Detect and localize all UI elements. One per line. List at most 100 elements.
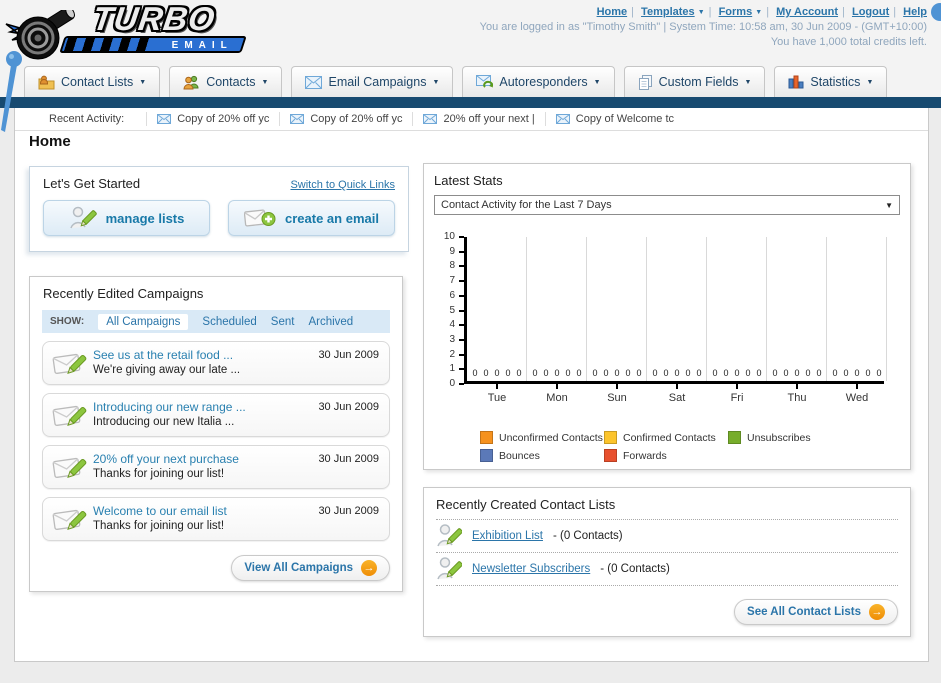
- contact-list-link[interactable]: Newsletter Subscribers: [472, 563, 590, 575]
- tab-label: Custom Fields: [658, 75, 739, 89]
- recent-activity-item[interactable]: Copy of 20% off yc: [146, 112, 279, 126]
- bar-value: 0: [832, 368, 838, 378]
- bar-value: 0: [543, 368, 549, 378]
- login-info: You are logged in as "Timothy Smith" | S…: [479, 21, 927, 33]
- x-axis-label: Tue: [487, 392, 507, 404]
- y-axis-label: 0: [449, 378, 455, 389]
- link-forms[interactable]: Forms: [719, 6, 753, 18]
- campaigns-title: Recently Edited Campaigns: [43, 286, 204, 301]
- tab-label: Contact Lists: [61, 75, 134, 89]
- tab-contacts[interactable]: Contacts ▼: [169, 66, 283, 97]
- link-logout[interactable]: Logout: [852, 6, 889, 18]
- bar-value-group: 00000: [647, 368, 707, 378]
- contact-lists-title: Recently Created Contact Lists: [436, 497, 616, 512]
- campaign-title-link[interactable]: Introducing our new range ...: [93, 400, 246, 414]
- campaign-subtitle: We're giving away our late ...: [93, 364, 241, 376]
- bar-value: 0: [603, 368, 609, 378]
- campaign-card[interactable]: Welcome to our email list Thanks for joi…: [42, 497, 390, 541]
- campaign-card[interactable]: Introducing our new range ... Introducin…: [42, 393, 390, 437]
- link-home[interactable]: Home: [597, 6, 628, 18]
- stats-report-dropdown[interactable]: Contact Activity for the Last 7 Days ▼: [434, 195, 900, 215]
- contact-list-item[interactable]: Exhibition List - (0 Contacts): [436, 520, 898, 553]
- view-all-campaigns-button[interactable]: View All Campaigns →: [231, 555, 390, 581]
- top-links: Home | Templates ▼ | Forms ▼ | My Account | …: [596, 6, 927, 18]
- bar-value: 0: [554, 368, 560, 378]
- bar-value: 0: [805, 368, 811, 378]
- envelope-pencil-icon: [52, 457, 87, 479]
- recent-activity-item[interactable]: Copy of 20% off yc: [279, 112, 412, 126]
- link-templates[interactable]: Templates: [641, 6, 695, 18]
- filter-scheduled[interactable]: Scheduled: [202, 316, 256, 328]
- recent-activity-item[interactable]: 20% off your next |: [412, 112, 544, 126]
- campaign-title-link[interactable]: See us at the retail food ...: [93, 348, 233, 362]
- legend-swatch: [728, 431, 741, 444]
- chevron-down-icon: ▼: [744, 78, 752, 86]
- bar-value: 0: [772, 368, 778, 378]
- bar-value-group: 00000: [527, 368, 587, 378]
- contact-list-count: - (0 Contacts): [552, 530, 623, 542]
- tab-custom-fields[interactable]: Custom Fields ▼: [623, 66, 766, 97]
- bar-value: 0: [652, 368, 658, 378]
- link-my-account[interactable]: My Account: [776, 6, 838, 18]
- bar-value: 0: [794, 368, 800, 378]
- x-axis-tick: [496, 384, 498, 389]
- filter-all-campaigns[interactable]: All Campaigns: [98, 313, 189, 330]
- filter-sent[interactable]: Sent: [271, 316, 295, 328]
- bar-value: 0: [865, 368, 871, 378]
- turbo-email-logo: TURBO EMAIL: [4, 0, 256, 60]
- see-all-contact-lists-label: See All Contact Lists: [747, 606, 861, 618]
- chart-gridline: [706, 237, 707, 381]
- campaign-date: 30 Jun 2009: [318, 505, 379, 517]
- recent-activity-item[interactable]: Copy of Welcome tc: [544, 112, 684, 126]
- bar-value: 0: [516, 368, 522, 378]
- filter-archived[interactable]: Archived: [308, 316, 353, 328]
- header: TURBO EMAIL Home | Templates ▼ | Forms ▼ | …: [0, 0, 941, 62]
- bar-value: 0: [712, 368, 718, 378]
- bar-value: 0: [843, 368, 849, 378]
- bar-value: 0: [685, 368, 691, 378]
- chart-gridline: [586, 237, 587, 381]
- x-axis-label: Thu: [787, 392, 807, 404]
- legend-label: Unconfirmed Contacts: [499, 431, 603, 444]
- contact-list-link[interactable]: Exhibition List: [472, 530, 543, 542]
- link-help[interactable]: Help: [903, 6, 927, 18]
- chart-gridline: [886, 237, 887, 381]
- legend-item: Unconfirmed Contacts: [480, 431, 604, 444]
- latest-stats-panel: Latest Stats Contact Activity for the La…: [423, 163, 911, 470]
- bar-value: 0: [565, 368, 571, 378]
- manage-lists-button[interactable]: manage lists: [43, 200, 210, 236]
- credits-info: You have 1,000 total credits left.: [770, 36, 927, 48]
- email-campaigns-icon: [305, 75, 323, 89]
- page: { "header": { "logo": { "word1": "TURBO"…: [0, 0, 941, 683]
- tab-email-campaigns[interactable]: Email Campaigns ▼: [291, 66, 454, 97]
- bar-value-group: 00000: [767, 368, 827, 378]
- x-axis-tick: [676, 384, 678, 389]
- recent-activity-text: 20% off your next |: [443, 113, 535, 125]
- campaign-card[interactable]: 20% off your next purchase Thanks for jo…: [42, 445, 390, 489]
- chevron-down-icon: ▼: [432, 78, 440, 86]
- tab-contact-lists[interactable]: Contact Lists ▼: [24, 66, 161, 97]
- see-all-contact-lists-button[interactable]: See All Contact Lists →: [734, 599, 898, 625]
- campaigns-filter-bar: SHOW: All Campaigns Scheduled Sent Archi…: [42, 310, 390, 333]
- campaign-title-link[interactable]: 20% off your next purchase: [93, 452, 239, 466]
- create-email-button[interactable]: create an email: [228, 200, 395, 236]
- campaign-title-link[interactable]: Welcome to our email list: [93, 504, 227, 518]
- bar-value-group: 00000: [467, 368, 527, 378]
- x-axis-label: Sun: [607, 392, 627, 404]
- x-axis-label: Mon: [546, 392, 568, 404]
- tab-statistics[interactable]: Statistics ▼: [774, 66, 888, 97]
- chevron-down-icon: ▼: [697, 9, 705, 16]
- switch-quick-links-link[interactable]: Switch to Quick Links: [290, 179, 395, 191]
- contact-activity-chart: 0 1 2 3 4 5 6 7 8 9 10 0 0 0 0 0 Tue 0 0 0 0 0 Mon 0 0 0 0 0 Sun 0 0 0…: [434, 231, 900, 407]
- envelope-pencil-icon: [52, 353, 87, 375]
- legend-label: Forwards: [623, 449, 667, 462]
- tab-autoresponders[interactable]: Autoresponders ▼: [462, 66, 615, 97]
- legend-swatch: [604, 431, 617, 444]
- legend-label: Confirmed Contacts: [623, 431, 716, 444]
- arrow-right-icon: →: [869, 604, 885, 620]
- recent-activity-text: Copy of Welcome tc: [575, 113, 675, 125]
- contacts-icon: [183, 75, 199, 89]
- chart-plot: 0 0 0 0 0 Tue 0 0 0 0 0 Mon 0 0 0 0 0 Sun 0 0 0 0 0 Sat 0 0 0 0 0 Fri…: [464, 237, 887, 404]
- contact-list-item[interactable]: Newsletter Subscribers - (0 Contacts): [436, 553, 898, 586]
- campaign-card[interactable]: See us at the retail food ... We're givi…: [42, 341, 390, 385]
